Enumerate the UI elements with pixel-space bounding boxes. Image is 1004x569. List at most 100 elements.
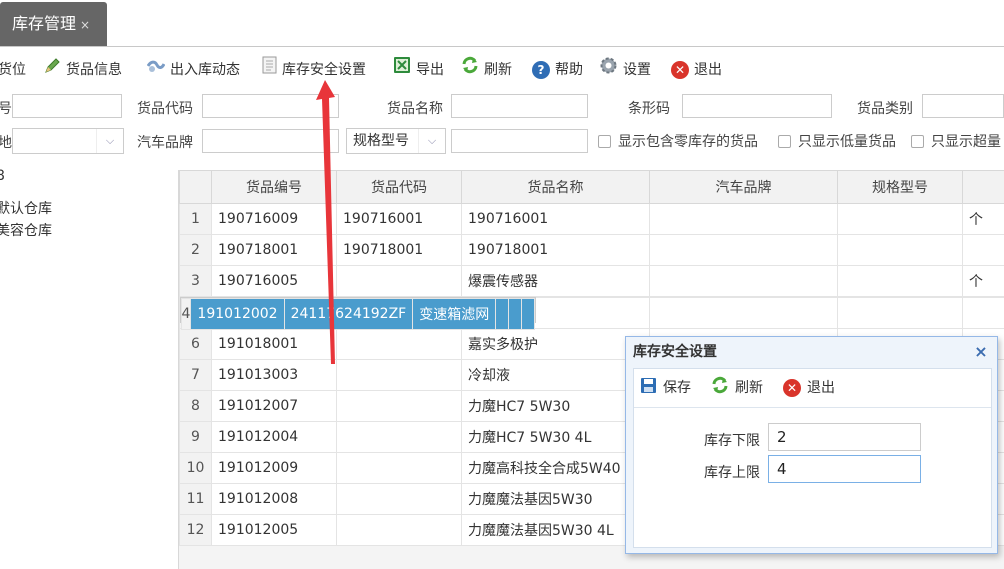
goods-code-cell: 190718001 [336,234,462,266]
table-row[interactable]: 4 191012002 24117624192ZF 变速箱滤网 [179,297,537,330]
dialog-save-label: 保存 [663,380,691,396]
goods-number-cell: 191012009 [211,452,337,484]
close-circle-icon: ✕ [671,61,689,79]
table-row[interactable]: 2 190718001 190718001 190718001 [179,234,1004,266]
filter-label-name: 货品名称 [387,101,443,117]
goods-code-cell [336,328,462,360]
chevron-down-icon: ⌵ [418,129,445,153]
filter-label-category: 货品类别 [857,101,913,117]
grid-header-row: 货品编号 货品代码 货品名称 汽车品牌 规格型号 [179,170,1004,204]
filter-label-code: 货品代码 [137,101,193,117]
spec-cell [837,297,963,329]
filter-number-input[interactable] [12,94,122,118]
toolbar-help-button[interactable]: ? 帮助 [532,56,583,84]
toolbar-export-button[interactable]: 导出 [393,56,444,84]
checkbox-box[interactable] [778,134,791,148]
toolbar-exit-button[interactable]: ✕ 退出 [671,56,722,84]
gear-icon [599,56,618,85]
dialog-refresh-button[interactable]: 刷新 [711,376,763,400]
goods-code-cell [336,514,462,546]
toolbar-goods-info-button[interactable]: 货品信息 [44,56,122,84]
goods-code-cell [336,359,462,391]
stock-safety-dialog: 库存安全设置 × 保存 刷新 ✕ 退出 库存下限 2 库存上限 4 [625,336,998,554]
toolbar-settings-button[interactable]: 设置 [599,56,651,84]
dialog-save-button[interactable]: 保存 [640,377,691,400]
close-circle-icon: ✕ [783,379,801,397]
toolbar-refresh-button[interactable]: 刷新 [461,56,512,84]
column-header-spec[interactable]: 规格型号 [837,170,963,204]
column-header-goods-name[interactable]: 货品名称 [461,170,650,204]
filter-location-select[interactable]: ⌵ [12,128,124,154]
row-number: 1 [179,203,212,235]
dialog-toolbar: 保存 刷新 ✕ 退出 [634,369,991,408]
filter-name-input[interactable] [451,94,588,118]
column-header-rownum [179,170,212,204]
goods-code-cell [336,421,462,453]
tab-inventory-management[interactable]: 库存管理 × [0,2,107,46]
goods-name-cell: 爆震传感器 [461,265,650,297]
filter-label-partial: 号 [0,101,12,117]
filter-barcode-input[interactable] [682,94,832,118]
filter-category-input[interactable] [922,94,1004,118]
goods-code-cell [336,452,462,484]
checkbox-only-low-stock[interactable]: 只显示低量货品 [778,131,896,151]
goods-name-cell: 力魔魔法基因5W30 [461,483,650,515]
tree-root[interactable]: 8 [0,168,5,184]
checkbox-box[interactable] [911,134,924,148]
toolbar-label: 刷新 [484,62,512,78]
lower-limit-label: 库存下限 [704,433,760,449]
goods-name-cell: 190718001 [461,234,650,266]
lower-limit-input[interactable]: 2 [768,423,921,451]
checkbox-label: 只显示超量 [931,134,1001,150]
goods-name-cell: 冷却液 [461,359,650,391]
refresh-icon [711,376,729,400]
upper-limit-input[interactable]: 4 [768,455,921,483]
pencil-icon [44,56,61,84]
spec-cell [837,203,963,235]
checkbox-only-overstock[interactable]: 只显示超量 [911,131,1001,151]
goods-code-cell: 24117624192ZF [283,298,414,330]
goods-name-cell: 力魔高科技全合成5W40 [461,452,650,484]
checkbox-label: 显示包含零库存的货品 [618,134,758,150]
dialog-title: 库存安全设置 [633,344,717,360]
toolbar-label: 退出 [694,62,722,78]
document-icon [262,56,277,84]
filter-spec-input[interactable] [451,129,588,153]
tree-item-default-warehouse[interactable]: 默认仓库 [0,198,52,218]
goods-number-cell: 191012005 [211,514,337,546]
row-number: 10 [179,452,212,484]
column-header-car-brand[interactable]: 汽车品牌 [649,170,838,204]
excel-icon [393,56,411,84]
column-header-extra[interactable] [962,170,1004,204]
row-number: 12 [179,514,212,546]
car-brand-cell [649,265,838,297]
table-row[interactable]: 1 190716009 190716001 190716001 个 [179,203,1004,235]
goods-code-cell [336,483,462,515]
red-arrow-annotation [316,80,335,364]
tree-item-beauty-warehouse[interactable]: 美容仓库 [0,220,52,240]
toolbar-label: 设置 [623,62,651,78]
goods-name-cell: 变速箱滤网 [412,298,497,330]
tab-close-icon[interactable]: × [80,18,90,32]
tab-title: 库存管理 [12,14,77,33]
row-number: 3 [179,265,212,297]
goods-name-cell: 力魔魔法基因5W30 4L [461,514,650,546]
table-row[interactable]: 3 190716005 爆震传感器个 [179,265,1004,297]
filter-spec-select[interactable]: 规格型号 ⌵ [346,128,446,154]
toolbar-location-button[interactable]: 货位 [0,56,26,84]
main-toolbar: 货位 货品信息 出入库动态 库存安全设置 导出 刷新 ? 帮助 设置 ✕ 退出 [0,56,1004,84]
car-brand-cell [495,298,510,330]
checkbox-show-zero-stock[interactable]: 显示包含零库存的货品 [598,131,758,151]
dialog-close-icon[interactable]: × [973,344,989,360]
extra-cell [962,297,1004,329]
car-brand-cell [649,234,838,266]
goods-code-cell [336,390,462,422]
refresh-icon [461,56,479,84]
toolbar-stock-movement-button[interactable]: 出入库动态 [146,56,240,84]
spec-select-value: 规格型号 [353,133,409,149]
column-header-goods-code[interactable]: 货品代码 [336,170,462,204]
floppy-icon [640,377,657,400]
checkbox-box[interactable] [598,134,611,148]
dialog-exit-button[interactable]: ✕ 退出 [783,378,835,398]
filter-label-barcode: 条形码 [628,101,670,117]
